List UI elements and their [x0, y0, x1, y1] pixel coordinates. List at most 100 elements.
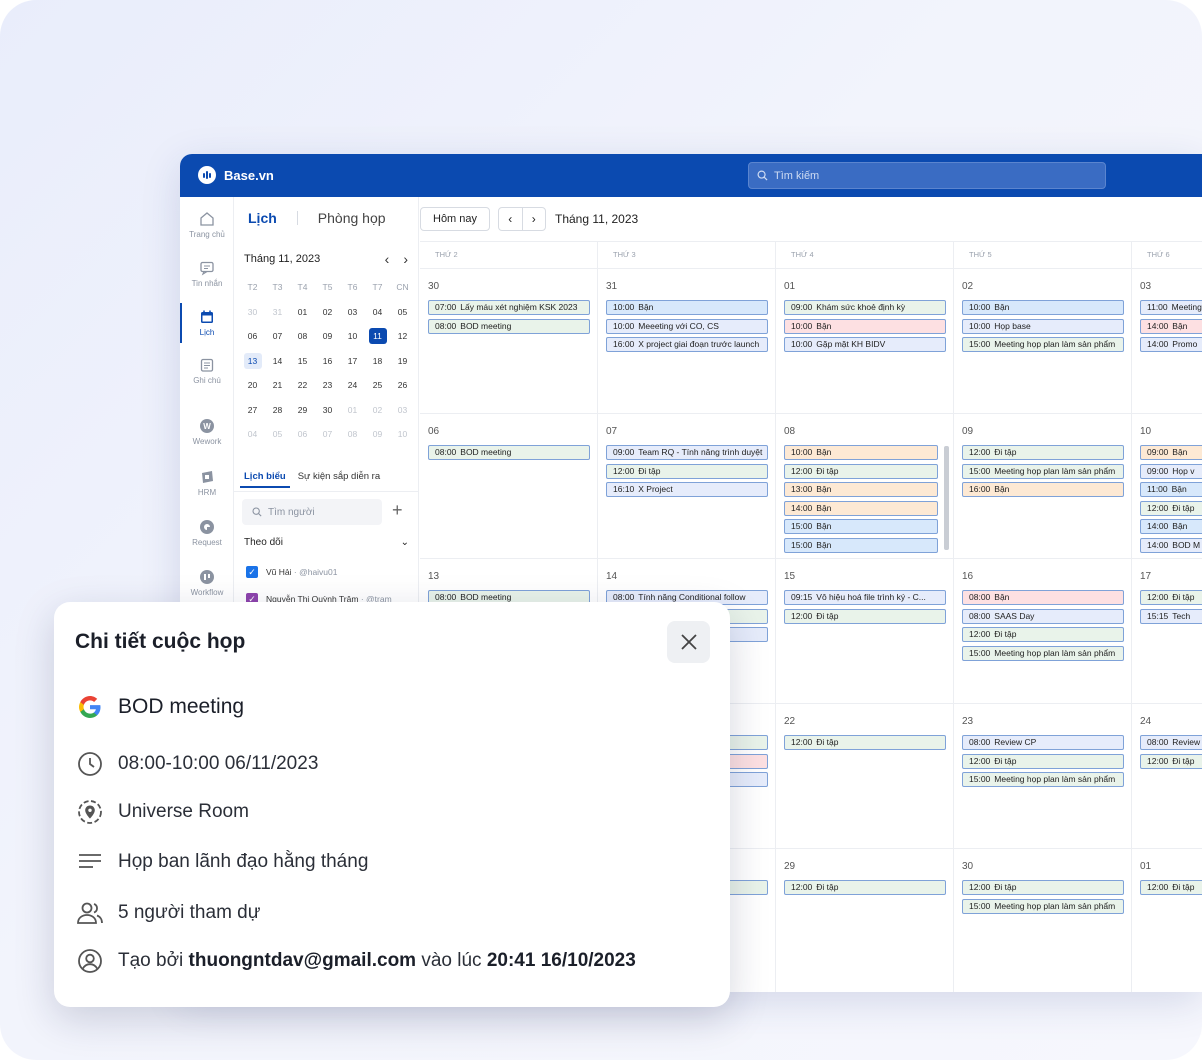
add-person-icon[interactable]: +	[392, 500, 403, 521]
mini-calendar-day[interactable]: 23	[315, 380, 340, 390]
day-cell[interactable]: 02 10:00 Bận 10:00 Họp base 15:00 Meeting họp …	[954, 268, 1132, 413]
mini-calendar-day[interactable]: 30	[240, 307, 265, 317]
day-cell[interactable]: 08 10:00 Bận 12:00 Đi tập 13:00 Bận 14:00 Bận 15:…	[776, 413, 954, 558]
sidebar-item-home[interactable]: Trang chủ	[180, 211, 234, 239]
day-cell[interactable]: 09 12:00 Đi tập 15:00 Meeting họp plan làm s…	[954, 413, 1132, 558]
calendar-event[interactable]: 15:00 Meeting họp plan làm sản phẩm	[962, 463, 1124, 479]
prev-month-icon[interactable]: ‹	[499, 208, 523, 230]
calendar-event[interactable]: 15:00 Bận	[784, 538, 938, 553]
calendar-event[interactable]: 12:00 Đi tập	[606, 463, 768, 479]
today-button[interactable]: Hôm nay	[420, 207, 491, 231]
calendar-event[interactable]: 15:00 Bận	[784, 519, 938, 535]
mini-calendar-day[interactable]: 01	[290, 307, 315, 317]
mini-calendar-day[interactable]: 04	[365, 307, 390, 317]
sidebar-item-calendar[interactable]: Lịch	[180, 303, 234, 343]
calendar-event[interactable]: 10:00 Gặp mặt KH BIDV	[784, 337, 946, 353]
day-cell[interactable]: 31 10:00 Bận 10:00 Meeeting với CO, CS 16:00 X…	[598, 268, 776, 413]
day-cell[interactable]: 30 07:00 Lấy máu xét nghiệm KSK 2023 08:00 B…	[420, 268, 598, 413]
calendar-event[interactable]: 11:00 Bận	[1140, 482, 1202, 498]
mini-calendar-day[interactable]: 25	[365, 380, 390, 390]
calendar-event[interactable]: 08:00 Bận	[962, 590, 1124, 605]
calendar-event[interactable]: 14:00 Bận	[784, 500, 938, 516]
calendar-event[interactable]: 12:00 Đi tập	[962, 753, 1124, 769]
calendar-event[interactable]: 14:00 Promo	[1140, 337, 1202, 353]
followed-person[interactable]: ✓ Vũ Hải · @haivu01	[246, 566, 338, 578]
day-cell[interactable]: 03 11:00 Meeting 14:00 Bận 14:00 Promo	[1132, 268, 1202, 413]
mini-calendar-day[interactable]: 08	[290, 331, 315, 341]
day-cell[interactable]: 06 08:00 BOD meeting	[420, 413, 598, 558]
global-search-input[interactable]: Tìm kiếm	[748, 162, 1106, 189]
calendar-event[interactable]: 15:00 Meeting họp plan làm sản phẩm	[962, 772, 1124, 788]
sidebar-item-messages[interactable]: Tin nhắn	[180, 260, 234, 288]
calendar-event[interactable]: 12:00 Đi tập	[962, 880, 1124, 895]
mini-calendar-day[interactable]: 10	[390, 429, 415, 439]
day-cell[interactable]: 24 08:00 Review 12:00 Đi tập	[1132, 703, 1202, 848]
sidebar-item-workflow[interactable]: Workflow	[180, 569, 234, 597]
calendar-event[interactable]: 09:00 Team RQ - Tính năng trình duyệt	[606, 445, 768, 460]
calendar-event[interactable]: 16:00 Bận	[962, 482, 1124, 498]
day-cell[interactable]: 23 08:00 Review CP 12:00 Đi tập 15:00 Meeting …	[954, 703, 1132, 848]
mini-calendar-day[interactable]: 06	[240, 331, 265, 341]
calendar-event[interactable]: 12:00 Đi tập	[784, 880, 946, 895]
mini-calendar-day[interactable]: 30	[315, 405, 340, 415]
mini-calendar-day[interactable]: 09	[365, 429, 390, 439]
mini-calendar-day[interactable]: 28	[265, 405, 290, 415]
mini-calendar-day[interactable]: 29	[290, 405, 315, 415]
mini-calendar-day[interactable]: 07	[265, 331, 290, 341]
tab-meeting-rooms[interactable]: Phòng họp	[318, 210, 386, 226]
calendar-event[interactable]: 10:00 Bận	[606, 300, 768, 315]
chevron-right-icon[interactable]: ›	[403, 251, 408, 267]
mini-calendar-day[interactable]: 21	[265, 380, 290, 390]
calendar-event[interactable]: 14:00 Bận	[1140, 318, 1202, 334]
calendar-event[interactable]: 13:00 Bận	[784, 482, 938, 498]
day-cell[interactable]: 01 09:00 Khám sức khoẻ định kỳ 10:00 Bận 10:0…	[776, 268, 954, 413]
mini-calendar-day[interactable]: 04	[240, 429, 265, 439]
mini-calendar-day[interactable]: 08	[340, 429, 365, 439]
checkbox-checked-icon[interactable]: ✓	[246, 566, 258, 578]
mini-calendar-day[interactable]: 12	[390, 331, 415, 341]
day-cell[interactable]: 29 12:00 Đi tập	[776, 848, 954, 992]
day-cell[interactable]: 10 09:00 Bận 09:00 Họp v 11:00 Bận 12:00 Đi tập 1…	[1132, 413, 1202, 558]
calendar-event[interactable]: 12:00 Đi tập	[784, 735, 946, 750]
chevron-left-icon[interactable]: ‹	[385, 251, 390, 267]
sidebar-item-request[interactable]: Request	[180, 519, 234, 547]
day-cell[interactable]: 01 12:00 Đi tập	[1132, 848, 1202, 992]
calendar-event[interactable]: 08:00 SAAS Day	[962, 608, 1124, 624]
day-cell[interactable]: 16 08:00 Bận 08:00 SAAS Day 12:00 Đi tập 15:00 M…	[954, 558, 1132, 703]
day-cell[interactable]: 30 12:00 Đi tập 15:00 Meeting họp plan làm s…	[954, 848, 1132, 992]
mini-calendar-day[interactable]: 10	[340, 331, 365, 341]
calendar-event[interactable]: 12:00 Đi tập	[1140, 500, 1202, 516]
calendar-event[interactable]: 12:00 Đi tập	[784, 463, 938, 479]
next-month-icon[interactable]: ›	[523, 208, 546, 230]
mini-calendar-day[interactable]: 15	[290, 356, 315, 366]
calendar-event[interactable]: 08:00 BOD meeting	[428, 445, 590, 460]
mini-calendar-day[interactable]: 01	[340, 405, 365, 415]
day-cell[interactable]: 22 12:00 Đi tập	[776, 703, 954, 848]
calendar-event[interactable]: 12:00 Đi tập	[1140, 880, 1202, 895]
people-search-input[interactable]: Tìm người	[242, 499, 382, 525]
calendar-event[interactable]: 08:00 BOD meeting	[428, 318, 590, 334]
calendar-event[interactable]: 08:00 Review CP	[962, 735, 1124, 750]
mini-calendar-day[interactable]: 18	[365, 356, 390, 366]
mini-calendar-day[interactable]: 03	[390, 405, 415, 415]
sidebar-item-hrm[interactable]: HRM	[180, 469, 234, 497]
calendar-event[interactable]: 10:00 Bận	[784, 318, 946, 334]
tab-schedule[interactable]: Lịch biểu	[240, 471, 290, 488]
mini-calendar-day[interactable]: 31	[265, 307, 290, 317]
mini-calendar-day[interactable]: 02	[315, 307, 340, 317]
mini-calendar-day[interactable]: 11	[365, 328, 390, 345]
calendar-event[interactable]: 16:00 X project giai đoạn trước launch	[606, 337, 768, 353]
cell-scrollbar[interactable]	[944, 446, 949, 550]
mini-calendar-day[interactable]: 13	[240, 352, 265, 369]
calendar-event[interactable]: 09:00 Khám sức khoẻ định kỳ	[784, 300, 946, 315]
mini-calendar-day[interactable]: 27	[240, 405, 265, 415]
calendar-event[interactable]: 15:15 Tech	[1140, 608, 1202, 624]
calendar-event[interactable]: 11:00 Meeting	[1140, 300, 1202, 315]
calendar-event[interactable]: 10:00 Bận	[784, 445, 938, 460]
sidebar-item-wework[interactable]: W Wework	[180, 418, 234, 446]
calendar-event[interactable]: 12:00 Đi tập	[1140, 753, 1202, 769]
calendar-event[interactable]: 10:00 Meeeting với CO, CS	[606, 318, 768, 334]
mini-calendar-day[interactable]: 19	[390, 356, 415, 366]
mini-calendar-day[interactable]: 20	[240, 380, 265, 390]
calendar-event[interactable]: 07:00 Lấy máu xét nghiệm KSK 2023	[428, 300, 590, 315]
